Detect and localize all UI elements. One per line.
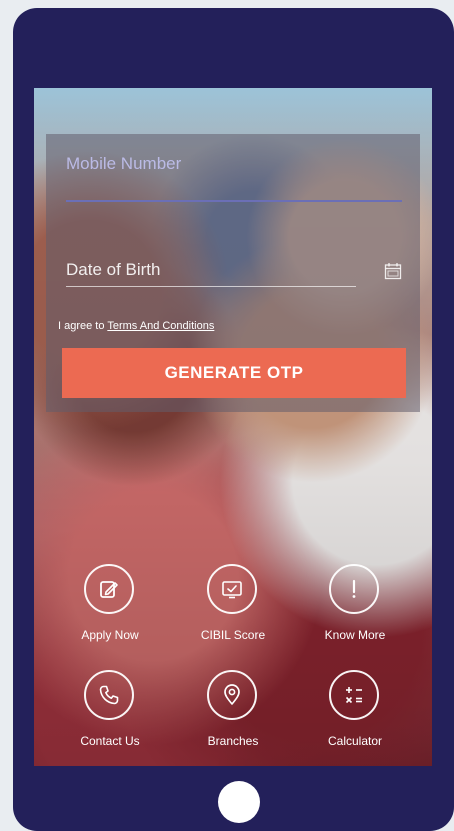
apply-edit-icon bbox=[84, 564, 134, 614]
know-more-button[interactable]: Know More bbox=[295, 564, 415, 654]
contact-us-label: Contact Us bbox=[80, 734, 140, 748]
date-of-birth-input[interactable]: Date of Birth bbox=[66, 260, 161, 280]
contact-us-button[interactable]: Contact Us bbox=[50, 670, 170, 760]
apply-now-label: Apply Now bbox=[81, 628, 139, 642]
mobile-number-input[interactable]: Mobile Number bbox=[66, 154, 181, 174]
info-exclamation-icon bbox=[329, 564, 379, 614]
cibil-score-icon bbox=[207, 564, 257, 614]
calendar-icon[interactable] bbox=[384, 262, 402, 280]
agree-prefix-text: I agree to bbox=[58, 320, 105, 332]
branches-label: Branches bbox=[207, 734, 259, 748]
terms-agreement: I agree to Terms And Conditions bbox=[58, 320, 214, 332]
phone-icon bbox=[84, 670, 134, 720]
branches-button[interactable]: Branches bbox=[173, 670, 293, 760]
calculator-button[interactable]: Calculator bbox=[295, 670, 415, 760]
app-screen: Mobile Number Date of Birth I agree to T… bbox=[34, 88, 432, 766]
generate-otp-button[interactable]: GENERATE OTP bbox=[62, 348, 406, 398]
mobile-number-underline bbox=[66, 200, 402, 202]
cibil-score-label: CIBIL Score bbox=[200, 628, 266, 642]
apply-now-button[interactable]: Apply Now bbox=[50, 564, 170, 654]
home-button[interactable] bbox=[218, 781, 260, 823]
location-pin-icon bbox=[207, 670, 257, 720]
login-form-panel: Mobile Number Date of Birth I agree to T… bbox=[46, 134, 420, 412]
terms-and-conditions-link[interactable]: Terms And Conditions bbox=[107, 320, 214, 332]
calculator-icon bbox=[329, 670, 379, 720]
know-more-label: Know More bbox=[324, 628, 386, 642]
date-of-birth-underline bbox=[66, 286, 356, 287]
cibil-score-button[interactable]: CIBIL Score bbox=[173, 564, 293, 654]
calculator-label: Calculator bbox=[327, 734, 383, 748]
